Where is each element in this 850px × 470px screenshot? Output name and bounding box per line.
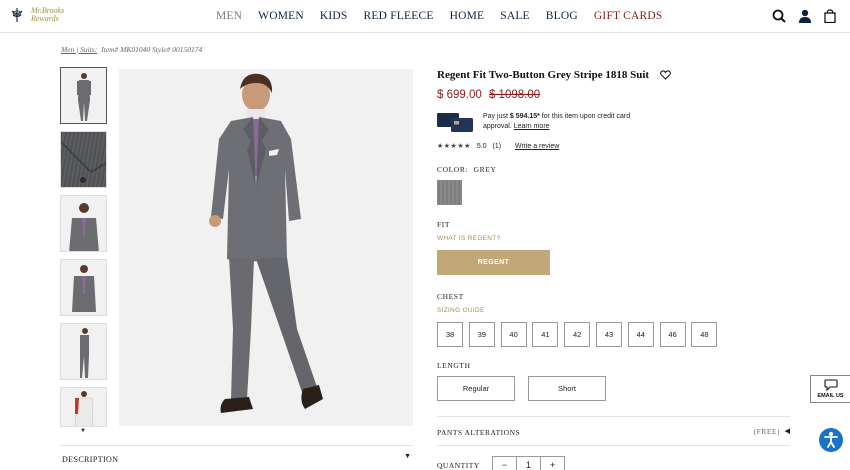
write-review-link[interactable]: Write a review — [515, 143, 559, 150]
size-option[interactable]: 38 — [437, 322, 463, 347]
pants-alterations-price: (FREE) — [753, 427, 780, 436]
email-us-button[interactable]: EMAIL US — [810, 375, 850, 403]
size-option[interactable]: 48 — [691, 322, 718, 347]
chest-label: CHEST — [437, 292, 464, 301]
heart-icon[interactable] — [660, 70, 671, 80]
credit-amount: $ 594.15* — [509, 113, 540, 120]
chevron-left-icon: ◀ — [784, 428, 790, 435]
search-icon[interactable] — [772, 9, 786, 23]
size-option[interactable]: 41 — [532, 322, 559, 347]
price: $ 699.00 $ 1098.00 — [437, 89, 540, 101]
thumbnail-back[interactable] — [60, 387, 107, 427]
length-short-button[interactable]: Short — [528, 376, 606, 401]
nav-men[interactable]: MEN — [216, 10, 242, 22]
credit-card-icon — [437, 113, 473, 132]
golden-fleece-icon — [11, 8, 23, 22]
rating-stars-icon: ★★★★★ — [437, 143, 471, 150]
size-option[interactable]: 44 — [627, 322, 654, 347]
logo-line-2: Rewards — [31, 14, 59, 23]
nav-kids[interactable]: KIDS — [320, 10, 348, 22]
site-header: Mr.Brooks Rewards MEN WOMEN KIDS RED FLE… — [0, 0, 850, 33]
length-label: LENGTH — [437, 361, 471, 370]
nav-women[interactable]: WOMEN — [258, 10, 304, 22]
size-option[interactable]: 42 — [564, 322, 591, 347]
accessibility-icon — [824, 432, 838, 448]
credit-prefix: Pay just — [483, 113, 510, 120]
quantity-stepper: − 1 + — [492, 456, 565, 470]
nav-red-fleece[interactable]: RED FLEECE — [364, 10, 434, 22]
nav-gift-cards[interactable]: GIFT CARDS — [594, 10, 663, 22]
fit-label: FIT — [437, 220, 451, 229]
nav-home[interactable]: HOME — [450, 10, 485, 22]
original-price: $ 1098.00 — [488, 89, 541, 101]
product-title: Regent Fit Two-Button Grey Stripe 1818 S… — [437, 69, 650, 81]
chat-bubble-icon — [824, 379, 838, 391]
sizing-guide-link[interactable]: SIZING GUIDE — [437, 307, 485, 314]
color-value: GREY — [473, 165, 497, 174]
fit-regent-button[interactable]: REGENT — [437, 250, 550, 275]
item-number: Item# MK01040 Style# 00150174 — [101, 45, 203, 54]
review-count: (1) — [492, 143, 502, 150]
color-swatch-grey[interactable] — [437, 180, 462, 205]
nav-blog[interactable]: BLOG — [546, 10, 578, 22]
account-icon[interactable] — [798, 9, 812, 23]
quantity-decrease-button[interactable]: − — [492, 456, 517, 470]
quantity-increase-button[interactable]: + — [540, 456, 565, 470]
description-label: DESCRIPTION — [62, 455, 119, 464]
color-label: COLOR: — [437, 165, 469, 174]
thumbnail-jacket-front[interactable] — [60, 259, 107, 316]
sale-price: $ 699.00 — [437, 89, 482, 101]
main-nav: MEN WOMEN KIDS RED FLEECE HOME SALE BLOG… — [216, 10, 662, 22]
main-product-image[interactable] — [119, 69, 413, 426]
learn-more-link[interactable]: Learn more — [514, 123, 550, 130]
quantity-label: QUANTITY — [437, 461, 480, 470]
thumbnail-fabric-detail[interactable] — [60, 131, 107, 188]
size-option[interactable]: 46 — [659, 322, 686, 347]
what-is-regent-link[interactable]: WHAT IS REGENT? — [437, 235, 501, 242]
rating-value: 5.0 — [476, 143, 487, 150]
breadcrumb-link[interactable]: Men | Suits: — [61, 45, 97, 54]
breadcrumb: Men | Suits: Item# MK01040 Style# 0015017… — [61, 45, 202, 54]
header-actions — [772, 9, 836, 23]
credit-card-offer: Pay just $ 594.15* for this item upon cr… — [483, 112, 653, 132]
description-accordion[interactable]: DESCRIPTION ▼ — [60, 445, 413, 470]
length-regular-button[interactable]: Regular — [437, 376, 515, 401]
size-option[interactable]: 43 — [595, 322, 622, 347]
thumbnail-closeup[interactable] — [60, 195, 107, 252]
thumbnail-front[interactable] — [60, 67, 107, 124]
bag-icon[interactable] — [824, 9, 836, 23]
nav-sale[interactable]: SALE — [500, 10, 530, 22]
chest-size-options: 38 39 40 41 42 43 44 46 48 — [437, 322, 718, 347]
quantity-input[interactable]: 1 — [516, 456, 541, 470]
chevron-down-icon: ▼ — [404, 453, 411, 460]
email-us-label: EMAIL US — [817, 393, 844, 399]
rating-summary: ★★★★★ 5.0 (1) Write a review — [437, 142, 559, 150]
thumbnail-scroll-down-icon[interactable]: ▼ — [80, 428, 86, 434]
accessibility-button[interactable] — [819, 428, 843, 452]
pants-alterations-label: PANTS ALTERATIONS — [437, 428, 521, 437]
size-option[interactable]: 39 — [468, 322, 495, 347]
color-label-row: COLOR: GREY — [437, 165, 496, 174]
pants-alterations-row[interactable]: PANTS ALTERATIONS (FREE) ◀ — [437, 416, 790, 446]
size-option[interactable]: 40 — [500, 322, 527, 347]
thumbnail-side[interactable] — [60, 323, 107, 380]
brand-logo[interactable]: Mr.Brooks Rewards — [8, 7, 64, 23]
thumbnail-list — [60, 67, 107, 434]
